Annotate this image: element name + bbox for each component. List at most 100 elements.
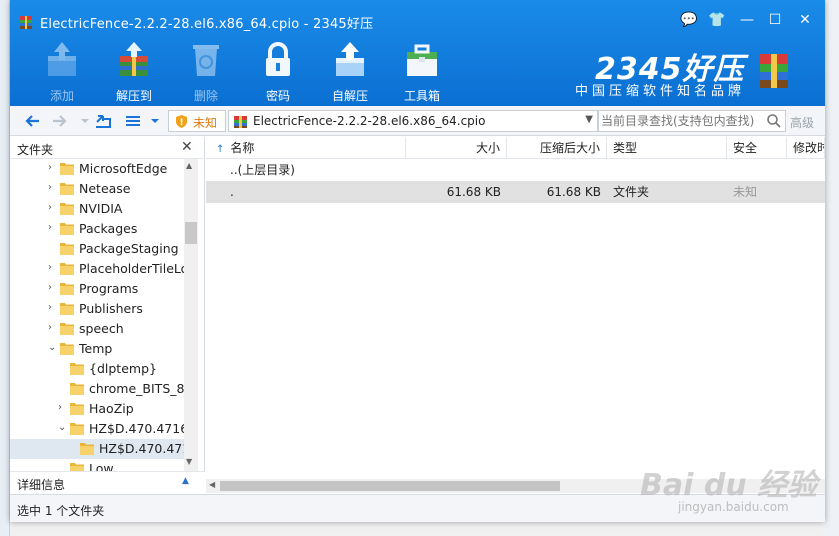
details-panel-header[interactable]: 详细信息 ▲ [10, 471, 205, 493]
collapsed-arrow-icon[interactable]: › [48, 222, 58, 233]
expanded-arrow-icon[interactable]: ⌄ [48, 342, 58, 353]
folder-icon [60, 203, 74, 215]
tree-item-label: Packages [79, 221, 138, 236]
add-button[interactable]: 添加 [30, 40, 94, 103]
list-scroll-thumb[interactable] [220, 481, 560, 491]
column-security[interactable]: 安全 [727, 137, 787, 159]
collapsed-arrow-icon[interactable]: › [48, 202, 58, 213]
title-bar[interactable]: ElectricFence-2.2.2-28.el6.x86_64.cpio -… [10, 0, 825, 44]
back-arrow-icon[interactable] [24, 112, 42, 130]
collapsed-arrow-icon[interactable]: › [48, 182, 58, 193]
collapsed-arrow-icon[interactable]: › [48, 302, 58, 313]
tree-item[interactable]: {dlptemp} [10, 359, 184, 379]
folder-tree-pane: 文件夹 ✕ › MicrosoftEdge › Netease › NVIDIA › Pack… [10, 137, 205, 493]
cell-security: 未知 [733, 185, 758, 199]
scroll-up-icon[interactable]: ▲ [186, 161, 192, 170]
tree-scroll-thumb[interactable] [185, 222, 197, 244]
folder-icon [70, 363, 84, 375]
search-icon[interactable] [766, 113, 782, 129]
tree-item-label: HaoZip [89, 401, 134, 416]
tree-item[interactable]: › Programs [10, 279, 184, 299]
cell-name: ..(上层目录) [230, 163, 295, 177]
collapsed-arrow-icon[interactable]: › [48, 282, 58, 293]
tree-item[interactable]: › speech [10, 319, 184, 339]
tree-item[interactable]: › MicrosoftEdge [10, 159, 184, 179]
cell-packed-size: 61.68 KB [546, 185, 601, 199]
sort-ascending-icon: ↑ [216, 144, 225, 155]
folder-icon [60, 263, 74, 275]
column-size[interactable]: 大小 [406, 137, 507, 159]
collapsed-arrow-icon[interactable]: › [48, 262, 58, 273]
cell-packed-size [507, 159, 607, 181]
close-button[interactable]: ✕ [794, 10, 816, 30]
tree-item-label: Netease [79, 181, 131, 196]
forward-arrow-icon[interactable] [50, 112, 68, 130]
tree-item[interactable]: PackageStaging [10, 239, 184, 259]
self-extract-icon [336, 42, 364, 76]
folder-icon [70, 383, 84, 395]
up-folder-icon[interactable] [94, 112, 112, 130]
advanced-search-link[interactable]: 高级 [790, 114, 814, 131]
folder-icon [60, 183, 74, 195]
tree-item-label: Low [89, 461, 114, 471]
path-dropdown-icon[interactable]: ▼ [585, 114, 593, 125]
column-name[interactable]: ↑ 名称 [206, 137, 406, 159]
tree-item[interactable]: ⌄ Temp [10, 339, 184, 359]
screen: ElectricFence-2.2.2-28.el6.x86_64.cpio -… [0, 0, 839, 536]
tree-item-label: Programs [79, 281, 139, 296]
table-row[interactable]: ..(上层目录) [206, 159, 825, 187]
column-packed-size[interactable]: 压缩后大小 [507, 137, 607, 159]
search-box[interactable] [598, 110, 786, 132]
cell-size: 61.68 KB [446, 185, 501, 199]
password-button[interactable]: 密码 [246, 40, 310, 103]
scroll-left-icon[interactable]: ◀ [209, 480, 215, 489]
feedback-icon[interactable]: 💬 [678, 10, 700, 30]
minimize-button[interactable]: — [736, 10, 758, 30]
security-status-box[interactable]: ! 未知 [168, 110, 226, 132]
tree-item[interactable]: › Packages [10, 219, 184, 239]
password-label: 密码 [265, 89, 290, 103]
extract-to-button[interactable]: 解压到 [102, 40, 166, 103]
tree-item[interactable]: ⌄ HZ$D.470.4716 [10, 419, 184, 439]
tree-item[interactable]: › NVIDIA [10, 199, 184, 219]
extract-to-icon [120, 42, 148, 76]
collapsed-arrow-icon[interactable]: › [58, 402, 68, 413]
tree-scrollbar[interactable]: ▲ ▼ [184, 159, 198, 471]
table-row[interactable]: . 61.68 KB 61.68 KB 文件夹 未知 [206, 181, 825, 209]
toolbox-button[interactable]: 工具箱 [390, 40, 454, 103]
folder-icon [80, 443, 94, 455]
brand-archive-icon [760, 54, 788, 88]
recycle-bin-icon [193, 45, 219, 76]
dropdown-small-icon[interactable] [76, 112, 94, 130]
column-type[interactable]: 类型 [607, 137, 727, 159]
tree-item[interactable]: › Publishers [10, 299, 184, 319]
view-dropdown-icon[interactable] [146, 112, 164, 130]
tree-item[interactable]: › Netease [10, 179, 184, 199]
delete-button[interactable]: 删除 [174, 40, 238, 103]
skin-icon[interactable]: 👕 [706, 10, 728, 30]
view-list-icon[interactable] [124, 112, 142, 130]
tree-item-label: {dlptemp} [89, 361, 157, 376]
shield-warning-icon: ! [176, 115, 187, 128]
collapsed-arrow-icon[interactable]: › [48, 322, 58, 333]
brand-slogan: 中国压缩软件知名品牌 [575, 84, 746, 99]
tree-item[interactable]: chrome_BITS_87 [10, 379, 184, 399]
tree-item-label: PackageStaging [79, 241, 179, 256]
column-modified[interactable]: 修改时 [787, 137, 825, 159]
maximize-button[interactable]: ☐ [764, 10, 786, 30]
self-extract-button[interactable]: 自解压 [318, 40, 382, 103]
collapse-details-icon[interactable]: ▲ [182, 476, 189, 486]
path-combobox[interactable]: ElectricFence-2.2.2-28.el6.x86_64.cpio ▼ [228, 110, 598, 132]
cell-security [727, 159, 787, 181]
close-pane-icon[interactable]: ✕ [181, 139, 193, 155]
expanded-arrow-icon[interactable]: ⌄ [58, 422, 68, 433]
scroll-down-icon[interactable]: ▼ [186, 457, 192, 466]
tree-item[interactable]: › HaoZip [10, 399, 184, 419]
folder-icon [60, 343, 74, 355]
tree-item[interactable]: › PlaceholderTileLo [10, 259, 184, 279]
collapsed-arrow-icon[interactable]: › [48, 162, 58, 173]
search-input[interactable] [601, 113, 761, 129]
tree-item[interactable]: HZ$D.470.4717 [10, 439, 184, 459]
folder-icon [60, 163, 74, 175]
tree-item[interactable]: Low [10, 459, 184, 471]
